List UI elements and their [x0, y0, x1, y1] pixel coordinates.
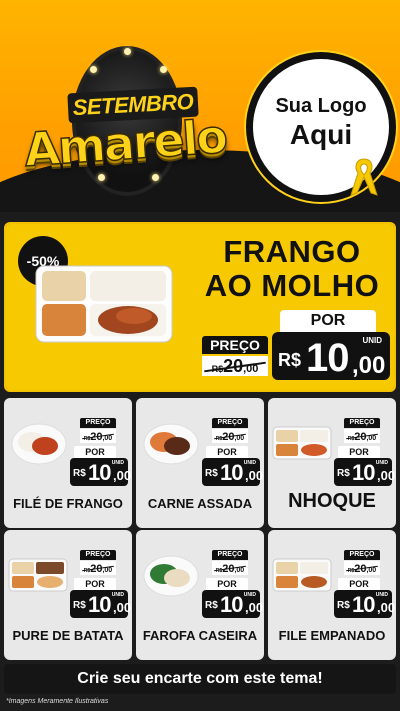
unid-label: UNID — [375, 592, 388, 598]
new-price-box: UNID R$ 10 ,00 — [202, 458, 264, 486]
product-name: FAROFA CASEIRA — [142, 628, 258, 643]
meal-tray-image — [35, 265, 173, 343]
old-price-box: PREÇO R$20,00 — [80, 550, 116, 580]
por-label: POR — [338, 446, 380, 458]
product-name: CARNE ASSADA — [147, 496, 253, 511]
food-image — [272, 426, 332, 460]
old-price-box: PREÇO R$20,00 — [344, 418, 380, 448]
preco-label: PREÇO — [344, 418, 380, 428]
old-price-box: PREÇO R$20,00 — [212, 550, 248, 580]
preco-label: PREÇO — [212, 550, 248, 560]
price-dec: ,00 — [377, 600, 396, 615]
product-card[interactable]: PREÇO R$20,00 POR UNID R$ 10 ,00 FAROFA … — [136, 530, 264, 660]
por-label: POR — [74, 446, 116, 458]
price-dec: ,00 — [113, 468, 132, 483]
bulb-icon — [152, 174, 159, 181]
product-name: PURE DE BATATA — [12, 628, 124, 643]
featured-product-panel: -50% FRANGO AO MOLHO POR PREÇO R$20,00 U… — [6, 224, 394, 390]
food-image — [143, 423, 199, 465]
preco-label: PREÇO — [212, 418, 248, 428]
price-int: 10 — [88, 592, 112, 617]
food-image — [11, 423, 67, 465]
ribbon-icon — [350, 158, 378, 196]
unid-label: UNID — [243, 460, 256, 466]
price-currency: R$ — [337, 468, 350, 479]
price-currency: R$ — [205, 468, 218, 479]
unid-label: UNID — [243, 592, 256, 598]
product-card[interactable]: PREÇO R$20,00 POR UNID R$ 10 ,00 PURE DE… — [4, 530, 132, 660]
preco-label: PREÇO — [344, 550, 380, 560]
disclaimer-text: *Imagens Meramente Ilustrativas — [6, 698, 109, 705]
bulb-icon — [124, 48, 131, 55]
price-int: 10 — [220, 592, 244, 617]
por-label: POR — [338, 578, 380, 590]
unid-label: UNID — [362, 336, 382, 345]
new-price-box: UNID R$ 10 ,00 — [202, 590, 264, 618]
price-int: 10 — [220, 460, 244, 485]
price-dec: ,00 — [245, 468, 264, 483]
campaign-logo: SETEMBRO Amarelo — [10, 38, 230, 208]
food-image — [143, 555, 199, 597]
por-label: POR — [206, 578, 248, 590]
bulb-icon — [90, 66, 97, 73]
por-label: POR — [280, 310, 376, 332]
price-currency: R$ — [73, 468, 86, 479]
product-card[interactable]: PREÇO R$20,00 POR UNID R$ 10 ,00 NHOQUE — [268, 398, 396, 528]
new-price-box: UNID R$ 10 ,00 — [70, 590, 132, 618]
featured-product-name-line1: FRANGO — [223, 234, 361, 269]
product-name: FILE EMPANADO — [278, 628, 386, 643]
unid-label: UNID — [111, 592, 124, 598]
price-int: 10 — [306, 336, 349, 380]
brand-text-line2: Aqui — [289, 119, 353, 150]
unid-label: UNID — [111, 460, 124, 466]
unid-label: UNID — [375, 460, 388, 466]
product-name: NHOQUE — [288, 490, 376, 512]
new-price-box: UNID R$ 10 ,00 — [334, 458, 396, 486]
new-price-box: UNID R$ 10 ,00 — [70, 458, 132, 486]
price-currency: R$ — [337, 600, 350, 611]
cta-banner[interactable]: Crie seu encarte com este tema! — [4, 664, 396, 694]
price-int: 10 — [352, 592, 376, 617]
price-currency: R$ — [73, 600, 86, 611]
brand-logo-placeholder: Sua Logo Aqui — [246, 52, 396, 202]
old-price-box: PREÇO R$20,00 — [212, 418, 248, 448]
featured-product-name-line2: AO MOLHO — [204, 268, 380, 303]
price-currency: R$ — [205, 600, 218, 611]
product-card[interactable]: PREÇO R$20,00 POR UNID R$ 10 ,00 FILE EM… — [268, 530, 396, 660]
new-price-box: UNID R$ 10 ,00 — [272, 332, 390, 380]
price-currency: R$ — [278, 350, 302, 370]
new-price-box: UNID R$ 10 ,00 — [334, 590, 396, 618]
price-dec: ,00 — [113, 600, 132, 615]
price-dec: ,00 — [245, 600, 264, 615]
brand-text-line1: Sua Logo — [275, 95, 367, 117]
featured-product-card[interactable]: -50% FRANGO AO MOLHO POR PREÇO R$20,00 U… — [4, 222, 396, 392]
por-label: POR — [206, 446, 248, 458]
food-image — [272, 558, 332, 592]
bulb-icon — [98, 174, 105, 181]
old-price-box: PREÇO R$20,00 — [80, 418, 116, 448]
product-name: FILÉ DE FRANGO — [13, 496, 123, 511]
old-price-box: PREÇO R$20,00 — [202, 336, 268, 376]
food-image — [8, 558, 68, 592]
product-card[interactable]: PREÇO R$20,00 POR UNID R$ 10 ,00 FILÉ DE… — [4, 398, 132, 528]
header-banner: SETEMBRO Amarelo Sua Logo Aqui — [0, 0, 400, 212]
price-dec: ,00 — [377, 468, 396, 483]
por-label: POR — [74, 578, 116, 590]
price-dec: ,00 — [352, 352, 386, 379]
preco-label: PREÇO — [80, 418, 116, 428]
preco-label: PREÇO — [80, 550, 116, 560]
old-price-box: PREÇO R$20,00 — [344, 550, 380, 580]
product-card[interactable]: PREÇO R$20,00 POR UNID R$ 10 ,00 CARNE A… — [136, 398, 264, 528]
price-int: 10 — [88, 460, 112, 485]
bulb-icon — [160, 66, 167, 73]
logo-word-amarelo: Amarelo — [22, 108, 229, 177]
preco-label: PREÇO — [202, 336, 268, 354]
price-int: 10 — [352, 460, 376, 485]
